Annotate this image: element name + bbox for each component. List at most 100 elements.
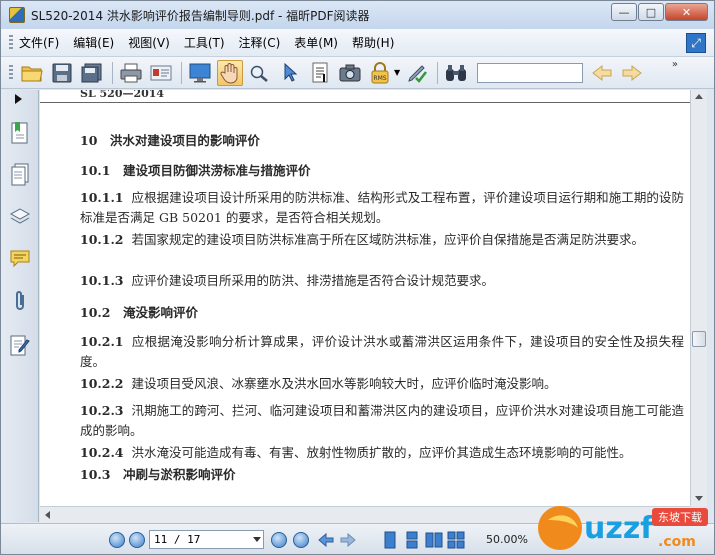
menu-grip-icon[interactable]: [9, 34, 13, 51]
camera-icon: [339, 64, 361, 81]
clause-text: 应根据淹没影响分析计算成果，评价设计洪水或蓄滞洪区运用条件下，建设项目的安全性及…: [80, 334, 684, 369]
menu-bar: 文件(F) 编辑(E) 视图(V) 工具(T) 注释(C) 表单(M) 帮助(H…: [1, 29, 714, 57]
clause-text: 洪水淹没可能造成有毒、有害、放射性物质扩散的，应评价其造成生态环境影响的可能性。: [131, 445, 632, 460]
search-input[interactable]: [477, 62, 584, 83]
scroll-down-icon[interactable]: [695, 496, 703, 501]
menu-help[interactable]: 帮助(H): [352, 34, 394, 51]
continuous-page-icon[interactable]: [403, 531, 421, 549]
watermark-text: uzzf: [584, 511, 654, 546]
open-button[interactable]: [19, 60, 45, 86]
find-button[interactable]: [443, 60, 469, 86]
comments-panel-button[interactable]: [9, 246, 31, 272]
email-button[interactable]: [148, 60, 174, 86]
bookmark-icon: [11, 122, 28, 144]
title-bar: SL520-2014 洪水影响评价报告编制导则.pdf - 福昕PDF阅读器 —…: [1, 1, 714, 29]
menu-comment[interactable]: 注释(C): [239, 34, 281, 51]
single-page-icon[interactable]: [381, 531, 399, 549]
toolbar-separator: [112, 61, 113, 84]
rms-dropdown-icon[interactable]: ▼: [394, 68, 400, 77]
find-next-button[interactable]: [619, 60, 645, 86]
find-previous-button[interactable]: [589, 60, 615, 86]
text-select-button[interactable]: [307, 60, 333, 86]
fullscreen-button[interactable]: ⤢: [686, 33, 706, 53]
go-back-icon[interactable]: [317, 531, 335, 549]
minimize-button[interactable]: —: [611, 3, 637, 21]
close-button[interactable]: ✕: [665, 3, 708, 21]
first-page-button[interactable]: [109, 532, 125, 548]
menu-edit[interactable]: 编辑(E): [73, 34, 114, 51]
save-button[interactable]: [49, 60, 75, 86]
rms-button[interactable]: RMS: [367, 60, 393, 86]
clause-text: 建设项目受风浪、冰寨壅水及洪水回水等影响较大时，应评价临时淹没影响。: [131, 376, 557, 391]
scroll-up-icon[interactable]: [695, 94, 703, 99]
arrow-cursor-icon: [284, 62, 298, 82]
signatures-panel-button[interactable]: [9, 332, 31, 358]
monitor-icon: [189, 63, 211, 82]
zoom-level[interactable]: 50.00%: [486, 533, 528, 546]
header-rule: [40, 102, 690, 103]
maximize-button[interactable]: □: [638, 3, 664, 21]
section-heading: 10.3 冲刷与淤积影响评价: [80, 467, 236, 482]
toolbar-overflow-button[interactable]: »: [672, 59, 678, 70]
page-number-field[interactable]: 11 / 17: [149, 530, 264, 549]
facing-pages-icon[interactable]: [425, 531, 443, 549]
go-forward-icon[interactable]: [339, 531, 357, 549]
watermark-subtext: 东坡下载: [658, 511, 702, 524]
clause-text: 应根据建设项目设计所采用的防洪标准、结构形式及工程布置，评价建设项目运行期和施工…: [80, 190, 684, 225]
window-controls: — □ ✕: [610, 3, 708, 21]
clause-text: 若国家规定的建设项目防洪标准高于所在区域防洪标准，应评价自保措施是否满足防洪要求…: [131, 232, 645, 247]
pen-check-icon: [408, 64, 428, 83]
clause-number: 10.2.3: [80, 403, 124, 418]
menu-view[interactable]: 视图(V): [128, 34, 170, 51]
previous-page-button[interactable]: [129, 532, 145, 548]
page-thumbnail-icon: [11, 163, 29, 186]
pages-panel-button[interactable]: [9, 162, 31, 188]
save-as-button[interactable]: [79, 60, 105, 86]
floppy-stack-icon: [81, 63, 102, 82]
menu-tools[interactable]: 工具(T): [184, 34, 225, 51]
page-number-value: 11 / 17: [154, 533, 201, 546]
page-dropdown-icon[interactable]: [253, 537, 261, 542]
lock-rms-icon: RMS: [371, 61, 389, 83]
sign-button[interactable]: [404, 60, 430, 86]
watermark-domain: .com: [658, 534, 696, 550]
find-next-icon: [622, 64, 642, 81]
layers-panel-button[interactable]: [9, 204, 31, 230]
svg-text:RMS: RMS: [373, 75, 386, 82]
toolbar-separator: [437, 61, 439, 84]
clause-paragraph: 10.1.1 应根据建设项目设计所采用的防洪标准、结构形式及工程布置，评价建设项目…: [80, 188, 684, 228]
clause-paragraph: 10.2.3 汛期施工的跨河、拦河、临河建设项目和蓄滞洪区内的建设项目，应评价洪水…: [80, 401, 684, 441]
fullscreen-view-button[interactable]: [187, 60, 213, 86]
clause-number: 10.2.1: [80, 334, 124, 349]
menu-form[interactable]: 表单(M): [294, 34, 338, 51]
hand-tool-button[interactable]: [217, 59, 243, 86]
clause-number: 10.1.1: [80, 190, 124, 205]
next-page-button[interactable]: [271, 532, 287, 548]
print-button[interactable]: [118, 60, 144, 86]
last-page-button[interactable]: [293, 532, 309, 548]
floppy-disk-icon: [52, 63, 72, 82]
toolbar-grip-icon[interactable]: [9, 64, 13, 81]
attachments-panel-button[interactable]: [9, 288, 31, 314]
menu-file[interactable]: 文件(F): [19, 34, 59, 51]
text-select-icon: [312, 62, 328, 82]
clause-text: 应评价建设项目所采用的防洪、排涝措施是否符合设计规范要求。: [131, 273, 495, 288]
clause-number: 10.2.4: [80, 445, 124, 460]
zoom-tool-button[interactable]: [247, 60, 273, 86]
clause-number: 10.1.2: [80, 232, 124, 247]
snapshot-button[interactable]: [337, 60, 363, 86]
vertical-scrollbar[interactable]: [690, 90, 707, 506]
select-tool-button[interactable]: [277, 60, 303, 86]
id-card-icon: [150, 65, 172, 80]
bookmarks-panel-button[interactable]: [9, 120, 31, 146]
document-view[interactable]: SL 520—2014 10 洪水对建设项目的影响评价 10.1 建设项目防御洪涝…: [40, 90, 690, 506]
toolbar: RMS ▼ »: [1, 57, 714, 89]
clause-text: 汛期施工的跨河、拦河、临河建设项目和蓄滞洪区内的建设项目，应评价洪水对建设项目施…: [80, 403, 684, 438]
vertical-scroll-thumb[interactable]: [692, 331, 706, 347]
window-title: SL520-2014 洪水影响评价报告编制导则.pdf - 福昕PDF阅读器: [31, 8, 370, 23]
scroll-left-icon[interactable]: [45, 511, 50, 519]
continuous-facing-icon[interactable]: [447, 531, 465, 549]
section-heading: 10 洪水对建设项目的影响评价: [80, 133, 260, 148]
navigation-panel: [1, 90, 39, 522]
panel-toggle-icon[interactable]: [15, 94, 22, 104]
